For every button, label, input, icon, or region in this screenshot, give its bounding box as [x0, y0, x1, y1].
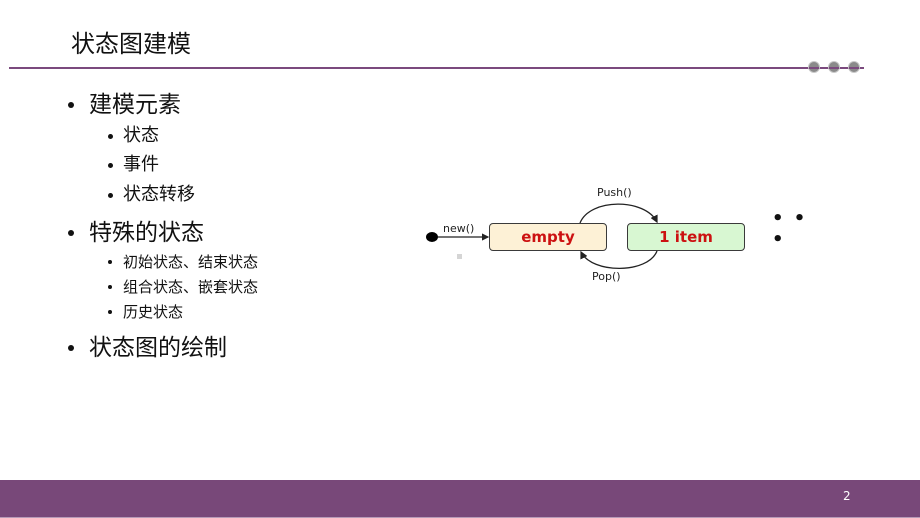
sub-bullet-text: 初始状态、结束状态: [123, 253, 259, 271]
sub-bullet-text: 历史状态: [123, 303, 184, 321]
state-diagram: new() Push() Pop() empty 1 item • • •: [420, 180, 820, 290]
bullet-icon: [68, 102, 74, 108]
bullet-icon: [108, 134, 113, 139]
new-transition-label: new(): [443, 222, 475, 235]
bullet-icon: [108, 260, 112, 264]
dot-icon: [828, 61, 840, 73]
push-transition-label: Push(): [597, 186, 632, 199]
sub-bullet-text: 事件: [123, 154, 159, 175]
decorative-dots: [808, 61, 860, 75]
page-number: 2: [843, 489, 851, 503]
placeholder-marker: [457, 254, 462, 259]
ellipsis-icon: • • •: [772, 208, 808, 250]
dot-icon: [848, 61, 860, 73]
sub-bullet-text: 状态转移: [123, 184, 195, 205]
bullet-icon: [68, 345, 74, 351]
title-divider: [9, 67, 864, 69]
pop-transition-arrow: [580, 250, 658, 269]
bullet-icon: [108, 310, 112, 314]
slide-title: 状态图建模: [71, 30, 191, 58]
bullet-icon: [108, 193, 113, 198]
initial-state-icon: [426, 232, 438, 242]
pop-transition-label: Pop(): [592, 270, 621, 283]
state-one-item: 1 item: [627, 223, 745, 251]
bullet-icon: [108, 163, 113, 168]
bullet-icon: [108, 285, 112, 289]
bullet-icon: [68, 230, 74, 236]
push-transition-arrow: [579, 203, 658, 224]
sub-bullet-text: 组合状态、嵌套状态: [123, 278, 259, 296]
bullet-text: 建模元素: [89, 92, 181, 118]
sub-bullet-text: 状态: [123, 125, 159, 146]
dot-icon: [808, 61, 820, 73]
bullet-text: 状态图的绘制: [89, 335, 227, 361]
state-empty: empty: [489, 223, 607, 251]
footer-bar: 2: [0, 480, 920, 518]
bullet-text: 特殊的状态: [89, 220, 204, 246]
